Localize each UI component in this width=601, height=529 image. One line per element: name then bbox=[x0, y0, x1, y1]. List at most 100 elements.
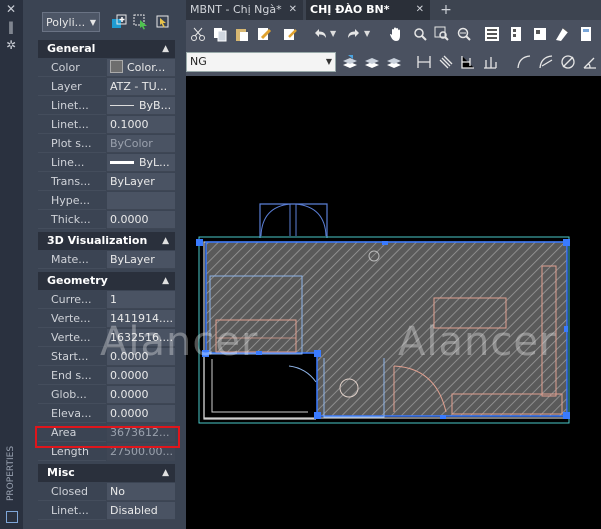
sheet-set-icon[interactable] bbox=[508, 26, 524, 42]
chevron-down-icon: ▼ bbox=[325, 57, 332, 66]
property-value-text: 0.0000 bbox=[110, 388, 149, 401]
property-name: Linet... bbox=[38, 116, 106, 134]
section-3d-visualization[interactable]: 3D Visualization ▲ bbox=[38, 232, 175, 250]
continue-dimension-icon[interactable] bbox=[482, 54, 498, 70]
auto-hide-icon[interactable]: ‖ bbox=[4, 20, 18, 34]
palette-toolbar: Polyli... ▼ bbox=[23, 0, 186, 38]
calculator-icon[interactable] bbox=[578, 26, 594, 42]
cut-icon[interactable] bbox=[190, 26, 206, 42]
property-value[interactable]: No bbox=[107, 483, 175, 501]
chevron-up-icon[interactable]: ▲ bbox=[162, 464, 169, 482]
linear-dimension-icon[interactable] bbox=[416, 54, 432, 70]
property-row-linet[interactable]: Linet... ByB... bbox=[38, 97, 175, 116]
paste-icon[interactable] bbox=[234, 26, 250, 42]
toggle-pickadd-icon[interactable] bbox=[111, 14, 127, 30]
property-row-line[interactable]: Line... ByL... bbox=[38, 154, 175, 173]
redo-dropdown-icon[interactable]: ▼ bbox=[364, 29, 370, 38]
property-value[interactable]: 1 bbox=[107, 291, 175, 309]
diameter-dimension-icon[interactable] bbox=[560, 54, 576, 70]
property-value[interactable] bbox=[107, 192, 175, 210]
tab-chi-dao-bn[interactable]: CHỊ ĐÀO BN* ✕ bbox=[306, 0, 430, 20]
property-row-linet[interactable]: Linet... 0.1000 bbox=[38, 116, 175, 135]
tab-mbnt[interactable]: MBNT - Chị Ngà* ✕ bbox=[186, 0, 303, 20]
layer-match-icon[interactable] bbox=[364, 54, 380, 70]
property-value-text: 1 bbox=[110, 293, 117, 306]
undo-icon[interactable] bbox=[312, 26, 328, 42]
property-row-closed[interactable]: Closed No bbox=[38, 483, 175, 502]
property-value-text: 0.0000 bbox=[110, 407, 149, 420]
aligned-dimension-icon[interactable] bbox=[438, 54, 454, 70]
property-row-eleva[interactable]: Eleva... 0.0000 bbox=[38, 405, 175, 424]
area-highlight-box bbox=[35, 426, 180, 448]
copy-icon[interactable] bbox=[212, 26, 228, 42]
section-geometry[interactable]: Geometry ▲ bbox=[38, 272, 175, 290]
property-value[interactable]: Color... bbox=[107, 59, 175, 77]
property-row-plot-s[interactable]: Plot s... ByColor bbox=[38, 135, 175, 154]
zoom-window-icon[interactable] bbox=[434, 26, 450, 42]
object-type-select[interactable]: Polyli... ▼ bbox=[42, 12, 100, 32]
property-row-linet[interactable]: Linet... Disabled bbox=[38, 502, 175, 521]
angular-dimension-icon[interactable] bbox=[582, 54, 598, 70]
property-value[interactable]: ATZ - TU... bbox=[107, 78, 175, 96]
edit-icon[interactable] bbox=[282, 26, 298, 42]
close-icon[interactable]: ✕ bbox=[416, 0, 424, 20]
property-row-glob[interactable]: Glob... 0.0000 bbox=[38, 386, 175, 405]
pan-hand-icon[interactable] bbox=[388, 26, 404, 42]
layer-combo[interactable]: NG ▼ bbox=[186, 52, 336, 72]
chevron-up-icon[interactable]: ▲ bbox=[162, 40, 169, 58]
property-row-layer[interactable]: Layer ATZ - TU... bbox=[38, 78, 175, 97]
property-value[interactable]: 0.0000 bbox=[107, 367, 175, 385]
property-name: Mate... bbox=[38, 251, 106, 269]
property-value[interactable]: ByLayer bbox=[107, 251, 175, 269]
property-value[interactable]: Disabled bbox=[107, 502, 175, 520]
tool-palettes-icon[interactable] bbox=[484, 26, 500, 42]
new-tab-icon[interactable]: + bbox=[438, 0, 454, 20]
close-icon[interactable]: ✕ bbox=[4, 2, 18, 16]
watermark-right: Alancer bbox=[398, 319, 557, 365]
property-row-trans[interactable]: Trans... ByLayer bbox=[38, 173, 175, 192]
property-value-text: No bbox=[110, 485, 125, 498]
zoom-previous-icon[interactable] bbox=[456, 26, 472, 42]
property-name: Hype... bbox=[38, 192, 106, 210]
chevron-up-icon[interactable]: ▲ bbox=[162, 272, 169, 290]
select-objects-icon[interactable] bbox=[133, 14, 149, 30]
property-value[interactable]: 0.1000 bbox=[107, 116, 175, 134]
redo-icon[interactable] bbox=[346, 26, 362, 42]
close-icon[interactable]: ✕ bbox=[289, 0, 297, 20]
properties-palette: Polyli... ▼ General ▲ Color Color... Layer AT… bbox=[23, 0, 209, 529]
section-misc[interactable]: Misc ▲ bbox=[38, 464, 175, 482]
zoom-realtime-icon[interactable] bbox=[412, 26, 428, 42]
property-value[interactable]: ByL... bbox=[107, 154, 175, 172]
match-properties-icon[interactable] bbox=[256, 26, 272, 42]
chevron-up-icon[interactable]: ▲ bbox=[162, 232, 169, 250]
property-row-color[interactable]: Color Color... bbox=[38, 59, 175, 78]
property-value[interactable]: 0.0000 bbox=[107, 386, 175, 404]
property-row-mate[interactable]: Mate... ByLayer bbox=[38, 251, 175, 270]
layer-previous-icon[interactable] bbox=[386, 54, 402, 70]
property-row-thick[interactable]: Thick... 0.0000 bbox=[38, 211, 175, 230]
property-grid: General ▲ Color Color... Layer ATZ - TU... Lin… bbox=[38, 38, 186, 529]
arc-length-icon[interactable] bbox=[516, 54, 532, 70]
markup-icon[interactable] bbox=[554, 26, 570, 42]
property-value[interactable]: ByLayer bbox=[107, 173, 175, 191]
property-value[interactable]: ByB... bbox=[107, 97, 175, 115]
property-row-hype[interactable]: Hype... bbox=[38, 192, 175, 211]
property-value-text: ByLayer bbox=[110, 253, 155, 266]
property-row-end-s[interactable]: End s... 0.0000 bbox=[38, 367, 175, 386]
document-tabs: MBNT - Chị Ngà* ✕ CHỊ ĐÀO BN* ✕ + bbox=[186, 0, 601, 20]
quick-select-icon[interactable] bbox=[155, 14, 171, 30]
property-value[interactable]: 0.0000 bbox=[107, 405, 175, 423]
drawing-canvas[interactable]: Alancer Alancer bbox=[100, 76, 601, 529]
property-row-curre[interactable]: Curre... 1 bbox=[38, 291, 175, 310]
property-value[interactable]: ByColor bbox=[107, 135, 175, 153]
property-value[interactable]: 0.0000 bbox=[107, 211, 175, 229]
section-general[interactable]: General ▲ bbox=[38, 40, 175, 58]
property-name: Linet... bbox=[38, 97, 106, 115]
baseline-dimension-icon[interactable] bbox=[460, 54, 476, 70]
undo-dropdown-icon[interactable]: ▼ bbox=[330, 29, 336, 38]
palette-settings-icon[interactable] bbox=[6, 511, 18, 523]
design-center-icon[interactable] bbox=[532, 26, 548, 42]
gear-icon[interactable]: ✲ bbox=[4, 38, 18, 52]
layer-states-icon[interactable] bbox=[342, 54, 358, 70]
radius-dimension-icon[interactable] bbox=[538, 54, 554, 70]
